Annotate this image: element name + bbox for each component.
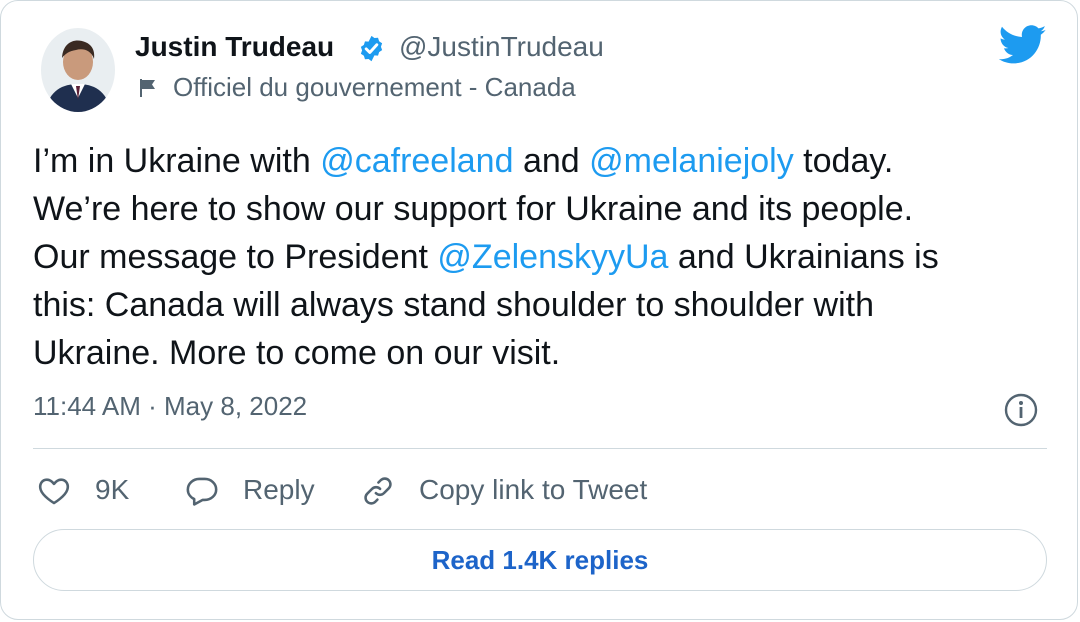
tweet-text-segment: We’re here to show our support for Ukrai… xyxy=(33,190,914,228)
mention-link[interactable]: @melaniejoly xyxy=(589,142,794,180)
twitter-bird-icon[interactable] xyxy=(999,25,1047,65)
tweet-text-segment: Our message to President xyxy=(33,238,438,276)
mention-link[interactable]: @cafreeland xyxy=(320,142,513,180)
reply-label: Reply xyxy=(243,474,315,505)
tweet-text-segment: and xyxy=(513,142,590,180)
tweet-text-line: Our message to President @ZelenskyyUa an… xyxy=(33,233,1063,281)
copy-link-label: Copy link to Tweet xyxy=(419,474,648,505)
author-name[interactable]: Justin Trudeau xyxy=(135,31,334,63)
avatar[interactable] xyxy=(41,28,115,112)
like-button[interactable]: 9K xyxy=(37,469,147,513)
tweet-timestamp[interactable]: 11:44 AM · May 8, 2022 xyxy=(33,391,307,422)
government-affiliation-label: Officiel du gouvernement - Canada xyxy=(173,72,576,102)
tweet-text-segment: today. xyxy=(793,142,894,180)
speech-bubble-icon xyxy=(186,477,218,506)
tweet-text-line: this: Canada will always stand shoulder … xyxy=(33,281,1063,329)
tweet-text-line: Ukraine. More to come on our visit. xyxy=(33,329,1063,377)
verified-badge-icon xyxy=(360,35,383,62)
read-replies-button[interactable]: Read 1.4K replies xyxy=(33,529,1047,591)
info-icon[interactable] xyxy=(1003,392,1039,428)
link-icon xyxy=(364,477,392,505)
tweet-text-line: We’re here to show our support for Ukrai… xyxy=(33,185,1063,233)
tweet-text-segment: and Ukrainians is xyxy=(668,238,939,276)
like-count: 9K xyxy=(95,474,130,505)
copy-link-button[interactable]: Copy link to Tweet xyxy=(361,469,681,513)
avatar-photo xyxy=(41,28,115,112)
author-handle[interactable]: @JustinTrudeau xyxy=(399,31,604,63)
reply-button[interactable]: Reply xyxy=(185,469,325,513)
tweet-text: I’m in Ukraine with @cafreeland and @mel… xyxy=(33,137,1063,377)
mention-link[interactable]: @ZelenskyyUa xyxy=(437,238,668,276)
tweet-text-line: I’m in Ukraine with @cafreeland and @mel… xyxy=(33,137,1063,185)
tweet-card: Justin Trudeau @JustinTrudeau Officiel d… xyxy=(0,0,1078,620)
tweet-text-segment: Ukraine. More to come on our visit. xyxy=(33,334,561,372)
divider xyxy=(33,448,1047,449)
tweet-text-segment: this: Canada will always stand shoulder … xyxy=(33,286,875,324)
tweet-text-segment: I’m in Ukraine with xyxy=(33,142,321,180)
flag-icon xyxy=(140,79,155,97)
heart-icon xyxy=(38,478,70,505)
